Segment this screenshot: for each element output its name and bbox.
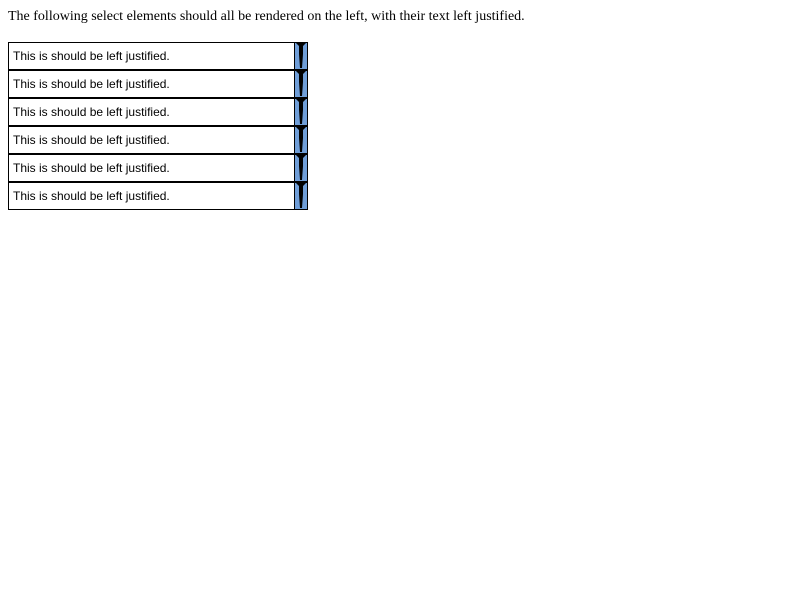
dropdown-button[interactable] xyxy=(294,43,307,69)
select-box-6[interactable]: This is should be left justified. xyxy=(8,182,308,210)
select-box-3[interactable]: This is should be left justified. xyxy=(8,98,308,126)
select-box-4[interactable]: This is should be left justified. xyxy=(8,126,308,154)
dropdown-button[interactable] xyxy=(294,99,307,125)
dropdown-button[interactable] xyxy=(294,127,307,153)
intro-text: The following select elements should all… xyxy=(8,9,525,24)
dropdown-button[interactable] xyxy=(294,183,307,209)
dropdown-arrow-icon xyxy=(296,155,306,180)
select-value: This is should be left justified. xyxy=(13,189,170,203)
select-value: This is should be left justified. xyxy=(13,133,170,147)
select-box-2[interactable]: This is should be left justified. xyxy=(8,70,308,98)
dropdown-button[interactable] xyxy=(294,155,307,181)
dropdown-arrow-icon xyxy=(296,127,306,152)
dropdown-button[interactable] xyxy=(294,71,307,97)
dropdown-arrow-icon xyxy=(296,99,306,124)
select-box-5[interactable]: This is should be left justified. xyxy=(8,154,308,182)
dropdown-arrow-icon xyxy=(296,71,306,96)
dropdown-arrow-icon xyxy=(296,43,306,68)
select-value: This is should be left justified. xyxy=(13,161,170,175)
select-stack: This is should be left justified. This i… xyxy=(8,42,308,210)
select-value: This is should be left justified. xyxy=(13,49,170,63)
select-value: This is should be left justified. xyxy=(13,77,170,91)
select-box-1[interactable]: This is should be left justified. xyxy=(8,42,308,70)
dropdown-arrow-icon xyxy=(296,183,306,208)
select-value: This is should be left justified. xyxy=(13,105,170,119)
